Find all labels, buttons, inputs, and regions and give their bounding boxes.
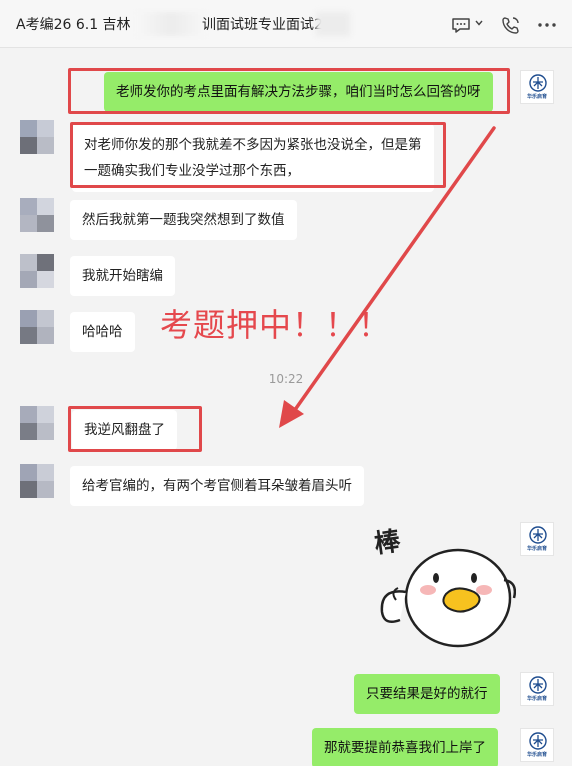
logo-icon [529, 526, 547, 544]
message-bubble-7[interactable]: 给考官编的，有两个考官侧着耳朵皱着眉头听 [70, 466, 364, 506]
logo-text: 华乐启育 [526, 696, 547, 702]
sender-logo-avatar[interactable]: 华乐启育 [520, 672, 554, 706]
message-bubble-8[interactable]: 只要结果是好的就行 [354, 674, 500, 714]
logo-icon [529, 676, 547, 694]
contact-avatar[interactable] [20, 464, 54, 498]
sender-logo-avatar[interactable]: 华乐启育 [520, 728, 554, 762]
logo-icon [529, 732, 547, 750]
sticker-caption: 棒 [372, 526, 403, 560]
sender-logo-avatar[interactable]: 华乐启育 [520, 522, 554, 556]
logo-text: 华乐启育 [526, 752, 547, 758]
timestamp: 10:22 [268, 372, 304, 386]
message-bubble-9[interactable]: 那就要提前恭喜我们上岸了 [312, 728, 498, 766]
highlight-box-3 [68, 406, 202, 452]
contact-avatar[interactable] [20, 406, 54, 440]
logo-text: 华乐启育 [526, 546, 547, 552]
duck-sticker[interactable]: 棒 [366, 520, 517, 650]
